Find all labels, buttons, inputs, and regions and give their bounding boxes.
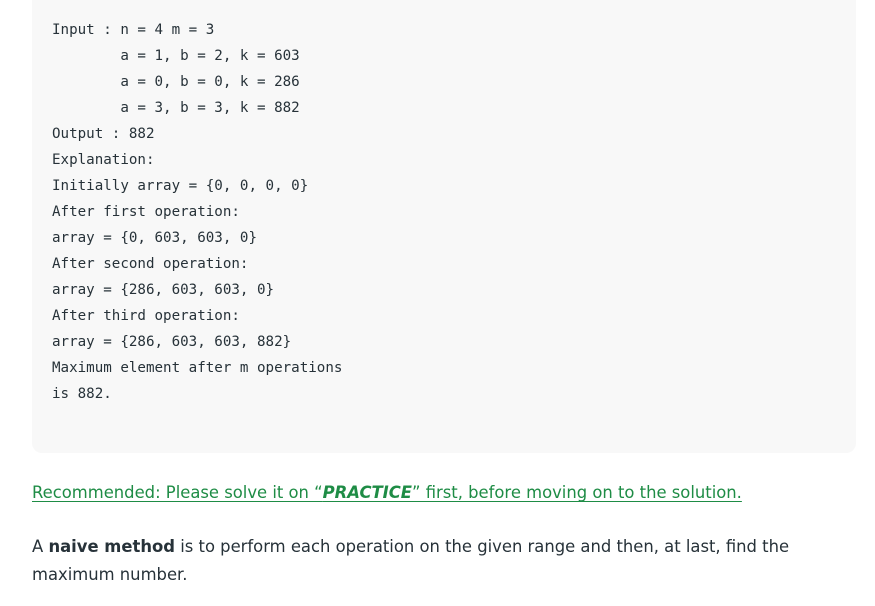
code-line: array = {0, 603, 603, 0} [52, 230, 257, 246]
code-line: array = {286, 603, 603, 0} [52, 282, 275, 298]
code-line: Initially array = {0, 0, 0, 0} [52, 178, 309, 194]
code-line: After third operation: [52, 308, 240, 324]
code-line: Input : n = 4 m = 3 [52, 22, 215, 38]
recommended-suffix: ” first, before moving on to the solutio… [412, 483, 742, 502]
code-example: Input : n = 4 m = 3 a = 1, b = 2, k = 60… [52, 17, 342, 407]
code-line: After second operation: [52, 256, 249, 272]
paragraph-prefix: A [32, 537, 49, 556]
naive-method-paragraph: A naive method is to perform each operat… [32, 533, 832, 589]
recommended-prefix: Recommended: Please solve it on “ [32, 483, 323, 502]
code-line: a = 1, b = 2, k = 603 [52, 48, 300, 64]
code-line: array = {286, 603, 603, 882} [52, 334, 292, 350]
code-line: After first operation: [52, 204, 240, 220]
code-line: a = 0, b = 0, k = 286 [52, 74, 300, 90]
code-line: Output : 882 [52, 126, 155, 142]
code-line: a = 3, b = 3, k = 882 [52, 100, 300, 116]
recommended-practice-link[interactable]: Recommended: Please solve it on “PRACTIC… [32, 480, 742, 506]
practice-label: PRACTICE [322, 483, 412, 502]
code-line: is 882. [52, 386, 112, 402]
paragraph-bold-term: naive method [48, 537, 175, 556]
code-line: Maximum element after m operations [52, 360, 343, 376]
code-line: Explanation: [52, 152, 155, 168]
